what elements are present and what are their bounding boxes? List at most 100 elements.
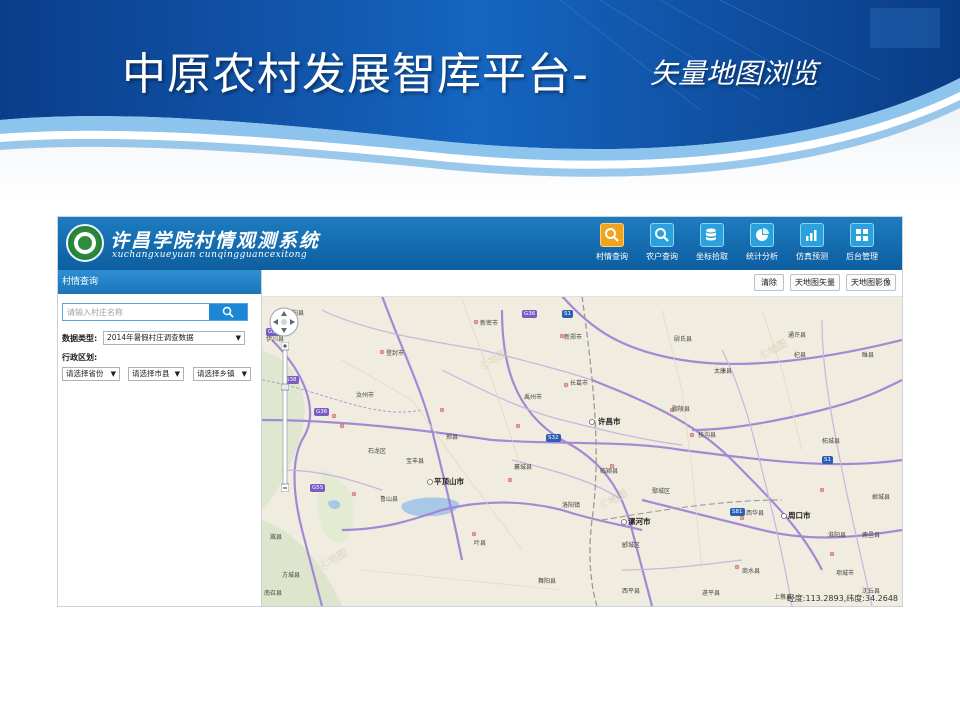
data-type-select[interactable]: 2014年暑假村庄调查数据 ▼ <box>103 331 245 345</box>
nav-admin[interactable]: 后台管理 <box>838 223 886 267</box>
map-place-label: 方城县 <box>282 572 301 579</box>
map-place-label: 西平县 <box>622 588 641 595</box>
map-place-label: 郾城区 <box>622 542 641 549</box>
map-city-label: 许昌市 <box>598 417 621 426</box>
map-place-label: 太康县 <box>714 368 733 375</box>
nav-coordinate-pick[interactable]: 坐标拾取 <box>688 223 736 267</box>
map-place-label: 舞阳县 <box>538 578 557 585</box>
province-select[interactable]: 请选择省份 ▼ <box>62 367 120 381</box>
map-place-label: 洛阳镇 <box>562 502 581 509</box>
town-select[interactable]: 请选择乡镇 ▼ <box>193 367 251 381</box>
map-zoom-slider[interactable] <box>281 342 289 492</box>
zoom-slider-track <box>281 342 289 492</box>
city-select[interactable]: 请选择市县 ▼ <box>128 367 184 381</box>
university-logo-icon <box>66 224 104 262</box>
nav-simulation[interactable]: 仿真预测 <box>788 223 836 267</box>
map-place-label: 长葛市 <box>570 380 589 387</box>
map-place-label: 尉氏县 <box>674 336 693 343</box>
map-place-label: 南召县 <box>264 590 283 597</box>
highway-shield: S32 <box>546 434 561 442</box>
search-icon <box>222 306 234 318</box>
grid-icon <box>850 223 874 247</box>
map-place-label: 西华县 <box>746 510 765 517</box>
nav-label: 仿真预测 <box>796 252 828 261</box>
village-search-input[interactable] <box>63 304 219 320</box>
map-place-label: 临颍县 <box>600 468 619 475</box>
search-button[interactable] <box>209 304 247 320</box>
map-place-label: 柘城县 <box>822 438 841 445</box>
map-place-label: 睢县 <box>862 352 875 359</box>
app-name: 许昌学院村情观测系统 <box>110 230 321 252</box>
map-place-label: 叶县 <box>474 540 487 547</box>
dropdown-arrow-icon: ▼ <box>174 370 180 378</box>
nav-label: 农户查询 <box>646 252 678 261</box>
map-place-label: 登封市 <box>386 350 405 357</box>
data-type-label: 数据类型: <box>62 334 98 343</box>
map-pan-control[interactable] <box>268 306 300 338</box>
map-city-label: 漯河市 <box>628 517 651 526</box>
bar-chart-icon <box>800 223 824 247</box>
sidebar-heading: 村情查询 <box>58 270 261 294</box>
vector-layer-button[interactable]: 天地图矢量 <box>790 274 840 291</box>
vector-map[interactable]: Ⓒ地图 Ⓒ地图 Ⓒ地图 Ⓒ地图 许昌市 平顶山市 漯河市 周口市 郏县 宝丰县 … <box>262 270 902 606</box>
nav-label: 后台管理 <box>846 252 878 261</box>
map-place-label: 鲁山县 <box>380 496 399 503</box>
province-value: 请选择省份 <box>66 369 104 378</box>
nav-label: 统计分析 <box>746 252 778 261</box>
village-search-box <box>62 303 248 321</box>
map-place-label: 遂平县 <box>702 590 721 597</box>
clear-button[interactable]: 清除 <box>754 274 784 291</box>
highway-shield: S81 <box>730 508 745 516</box>
pie-chart-icon <box>750 223 774 247</box>
map-place-label: 新郑市 <box>564 334 583 341</box>
dropdown-arrow-icon: ▼ <box>241 370 247 378</box>
imagery-layer-button[interactable]: 天地图影像 <box>846 274 896 291</box>
map-place-label: 汝州市 <box>356 392 375 399</box>
query-sidebar: 村情查询 数据类型: 2014年暑假村庄调查数据 ▼ 行政区划: 请选择省份 ▼… <box>58 270 262 606</box>
coordinate-readout: 经度:113.2893,纬度:34.2648 <box>786 594 898 603</box>
map-place-label: 宝丰县 <box>406 458 425 465</box>
database-icon <box>700 223 724 247</box>
slide-subtitle: 矢量地图浏览 <box>650 57 819 90</box>
highway-shield: S1 <box>822 456 833 464</box>
map-place-label: 通许县 <box>788 332 807 339</box>
highway-shield: G36 <box>314 408 330 416</box>
map-place-label: 新密市 <box>480 320 499 327</box>
search-icon <box>600 223 624 247</box>
search-icon <box>650 223 674 247</box>
map-place-label: 扶沟县 <box>698 432 717 439</box>
map-toolbar: 清除 天地图矢量 天地图影像 <box>262 270 902 297</box>
map-canvas: Ⓒ地图 Ⓒ地图 Ⓒ地图 Ⓒ地图 <box>262 295 902 606</box>
map-place-label: 杞县 <box>794 352 807 359</box>
map-place-label: 淮阳县 <box>828 532 847 539</box>
data-type-value: 2014年暑假村庄调查数据 <box>107 333 194 342</box>
pan-arrows-icon <box>269 307 299 337</box>
city-value: 请选择市县 <box>132 369 170 378</box>
map-place-label: 鄢城区 <box>652 488 671 495</box>
map-place-label: 嵩县 <box>270 534 283 541</box>
map-place-label: 鹿邑县 <box>862 532 881 539</box>
highway-shield: G36 <box>522 310 538 318</box>
dropdown-arrow-icon: ▼ <box>235 334 241 342</box>
map-place-label: 襄城县 <box>514 464 533 471</box>
map-place-label: 郏县 <box>446 434 459 441</box>
map-city-label: 平顶山市 <box>434 477 464 486</box>
map-place-label: 石龙区 <box>368 448 387 455</box>
highway-shield: G55 <box>310 484 326 492</box>
region-label: 行政区划: <box>62 353 98 362</box>
map-place-label: 商水县 <box>742 568 761 575</box>
dropdown-arrow-icon: ▼ <box>110 370 116 378</box>
map-place-label: 项城市 <box>836 570 855 577</box>
nav-label: 坐标拾取 <box>696 252 728 261</box>
map-place-label: 禹州市 <box>524 394 543 401</box>
nav-statistics[interactable]: 统计分析 <box>738 223 786 267</box>
map-city-label: 周口市 <box>788 511 811 520</box>
town-value: 请选择乡镇 <box>197 369 235 378</box>
map-place-label: 鄢陵县 <box>672 406 691 413</box>
nav-label: 村情查询 <box>596 252 628 261</box>
map-place-label: 郸城县 <box>872 494 891 501</box>
nav-village-query[interactable]: 村情查询 <box>588 223 636 267</box>
app-header-bar: 许昌学院村情观测系统 xuchangxueyuan cunqingguancex… <box>58 217 902 270</box>
nav-household-query[interactable]: 农户查询 <box>638 223 686 267</box>
app-subname: xuchangxueyuan cunqingguancexitong <box>112 250 308 260</box>
